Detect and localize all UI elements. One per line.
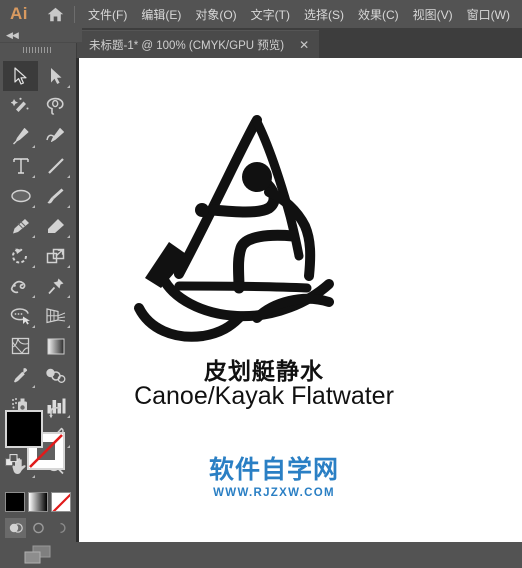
curvature-tool[interactable] (38, 121, 73, 151)
width-tool[interactable] (3, 271, 38, 301)
document-tab[interactable]: 未标题-1* @ 100% (CMYK/GPU 预览) ✕ (77, 30, 320, 59)
default-fill-stroke-icon[interactable] (5, 454, 19, 473)
swap-fill-stroke-icon[interactable] (49, 406, 63, 425)
ellipse-icon (10, 189, 31, 203)
blend-tool[interactable] (38, 361, 73, 391)
close-icon[interactable]: ✕ (295, 39, 313, 51)
paintbrush-icon (47, 188, 64, 204)
document-canvas[interactable]: 皮划艇静水 Canoe/Kayak Flatwater 软件自学网 WWW.RJ… (76, 58, 522, 542)
home-icon (47, 7, 63, 21)
draw-inside-icon (60, 522, 66, 534)
pencil-icon (12, 219, 29, 234)
curvature-pen-icon (45, 128, 64, 142)
rotate-tool[interactable] (3, 241, 38, 271)
eraser-tool[interactable] (38, 211, 73, 241)
line-segment-icon (47, 158, 64, 174)
perspective-grid-tool[interactable] (38, 301, 73, 331)
scale-tool[interactable] (38, 241, 73, 271)
menu-edit[interactable]: 编辑(E) (134, 0, 188, 28)
none-slash-icon (52, 493, 70, 511)
document-tab-bar: 未标题-1* @ 100% (CMYK/GPU 预览) ✕ (76, 28, 522, 59)
canoe-kayak-pictogram-svg (134, 115, 334, 342)
blend-icon (46, 368, 66, 383)
shape-builder-tool[interactable] (3, 301, 38, 331)
menu-select[interactable]: 选择(S) (297, 0, 351, 28)
type-t-icon (12, 158, 29, 174)
selection-tool[interactable] (3, 61, 38, 91)
none-mode-button[interactable] (51, 492, 71, 512)
menu-type[interactable]: 文字(T) (244, 0, 297, 28)
direct-selection-tool[interactable] (38, 61, 73, 91)
magic-wand-icon (11, 97, 29, 112)
fill-stroke-controls (5, 406, 71, 486)
menu-divider (74, 5, 75, 23)
lasso-tool[interactable] (38, 91, 73, 121)
pen-tool[interactable] (3, 121, 38, 151)
illustrator-logo: Ai (10, 4, 28, 23)
direct-arrow-icon (51, 68, 62, 84)
menu-bar: Ai 文件(F) 编辑(E) 对象(O) 文字(T) 选择(S) 效果(C) 视… (0, 0, 522, 28)
type-tool[interactable] (3, 151, 38, 181)
menu-object[interactable]: 对象(O) (188, 0, 243, 28)
gradient-icon (47, 338, 64, 354)
perspective-grid-icon (46, 308, 66, 324)
gradient-mode-button[interactable] (28, 492, 48, 512)
draw-inside-button[interactable] (50, 518, 71, 538)
tools-panel-header: ◀◀ (0, 28, 82, 43)
line-segment-tool[interactable] (38, 151, 73, 181)
width-warp-icon (10, 280, 26, 294)
menu-file[interactable]: 文件(F) (81, 0, 134, 28)
watermark: 软件自学网 WWW.RJZXW.COM (189, 450, 359, 499)
screen-mode-icon (24, 545, 51, 564)
menu-view[interactable]: 视图(V) (406, 0, 460, 28)
home-button[interactable] (38, 0, 72, 28)
eyedropper-icon (14, 368, 28, 383)
watermark-url: WWW.RJZXW.COM (213, 487, 335, 499)
change-screen-mode-button[interactable] (5, 542, 71, 568)
tools-panel: ◀◀ (0, 28, 82, 564)
eyedropper-tool[interactable] (3, 361, 38, 391)
draw-normal-icon (9, 523, 23, 533)
free-transform-tool[interactable] (38, 271, 73, 301)
fill-mode-buttons (5, 492, 71, 514)
mesh-icon (11, 337, 30, 355)
mesh-tool[interactable] (3, 331, 38, 361)
draw-behind-icon (32, 522, 44, 534)
color-mode-button[interactable] (5, 492, 25, 512)
collapse-panel-icon[interactable]: ◀◀ (6, 30, 19, 41)
paintbrush-tool[interactable] (38, 181, 73, 211)
menu-window[interactable]: 窗口(W) (460, 0, 517, 28)
tools-panel-drag-handle[interactable] (0, 43, 76, 57)
document-tab-title: 未标题-1* @ 100% (CMYK/GPU 预览) (89, 40, 285, 52)
rotate-icon (12, 248, 27, 264)
gradient-tool[interactable] (38, 331, 73, 361)
arrow-cursor-icon (14, 67, 27, 85)
pushpin-icon (47, 278, 63, 295)
draw-mode-buttons (5, 518, 71, 538)
draw-behind-button[interactable] (28, 518, 49, 538)
lasso-icon (46, 97, 64, 115)
artwork-title-cn: 皮划艇静水 (204, 359, 324, 385)
menu-effect[interactable]: 效果(C) (351, 0, 406, 28)
watermark-brand: 软件自学网 (208, 455, 339, 484)
pen-icon (13, 128, 29, 145)
artwork-title-en: Canoe/Kayak Flatwater (134, 382, 394, 410)
pencil-tool[interactable] (3, 211, 38, 241)
scale-icon (46, 248, 64, 264)
canoe-kayak-pictogram[interactable] (117, 106, 347, 346)
shape-builder-icon (10, 308, 30, 325)
ellipse-tool[interactable] (3, 181, 38, 211)
eraser-icon (47, 219, 64, 233)
fill-swatch[interactable] (5, 410, 43, 448)
draw-normal-button[interactable] (5, 518, 26, 538)
magic-wand-tool[interactable] (3, 91, 38, 121)
